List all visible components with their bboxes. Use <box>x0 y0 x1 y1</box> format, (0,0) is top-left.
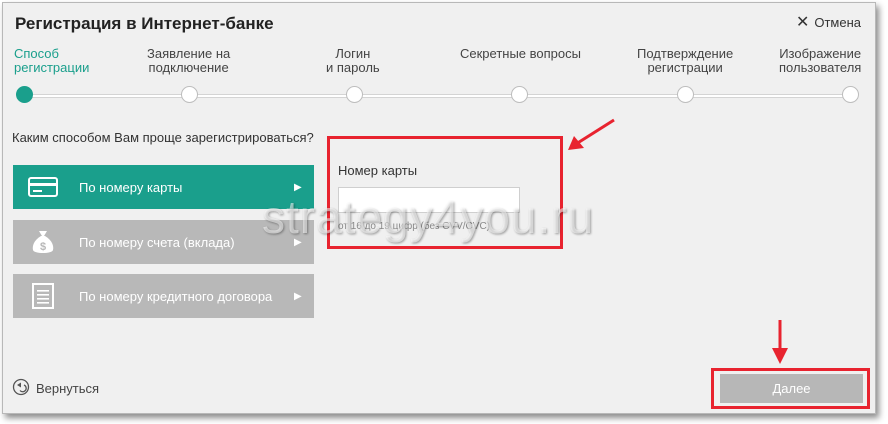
step-dot-login <box>346 86 363 103</box>
document-icon <box>13 283 73 309</box>
step-dot-method <box>16 86 33 103</box>
card-number-hint: от 16 до 19 цифр (без CVV/CVC) <box>338 221 490 232</box>
chevron-right-icon: ▶ <box>294 181 302 193</box>
back-arrow-icon <box>12 378 30 399</box>
step-dot-secret-questions <box>511 86 528 103</box>
method-question: Каким способом Вам проще зарегистрироват… <box>12 130 314 145</box>
step-label-confirmation: Подтверждение регистрации <box>637 46 734 75</box>
step-dot-application <box>181 86 198 103</box>
back-button[interactable]: Вернуться <box>12 378 99 399</box>
arrow-annotation-icon <box>568 118 615 150</box>
step-label-login: Логин и пароль <box>326 46 380 75</box>
money-bag-icon: $ <box>13 229 73 255</box>
method-account-button[interactable]: $ По номеру счета (вклада) ▶ <box>13 220 314 264</box>
close-icon: ✕ <box>795 14 810 31</box>
next-button[interactable]: Далее <box>720 374 863 403</box>
method-card-label: По номеру карты <box>79 179 183 195</box>
step-label-user-image: Изображение пользователя <box>779 46 862 75</box>
step-label-secret-questions: Секретные вопросы <box>460 46 581 61</box>
svg-text:$: $ <box>40 241 46 253</box>
credit-card-icon <box>13 177 73 197</box>
cancel-button[interactable]: ✕ Отмена <box>795 14 861 31</box>
card-number-input[interactable] <box>338 187 520 213</box>
chevron-right-icon: ▶ <box>294 236 302 248</box>
step-label-application: Заявление на подключение <box>147 46 231 75</box>
method-account-label: По номеру счета (вклада) <box>79 234 235 250</box>
step-label-method: Способ регистрации <box>14 46 90 75</box>
step-dot-confirmation <box>677 86 694 103</box>
arrow-down-annotation-icon <box>772 320 788 364</box>
cancel-label: Отмена <box>814 15 861 30</box>
progress-track <box>24 95 850 97</box>
back-label: Вернуться <box>36 381 100 396</box>
method-credit-contract-button[interactable]: По номеру кредитного договора ▶ <box>13 274 314 318</box>
card-number-label: Номер карты <box>338 163 418 178</box>
method-card-button[interactable]: По номеру карты ▶ <box>13 165 314 209</box>
dialog-title: Регистрация в Интернет-банке <box>15 14 274 33</box>
chevron-right-icon: ▶ <box>294 290 302 302</box>
step-dot-user-image <box>842 86 859 103</box>
method-credit-contract-label: По номеру кредитного договора <box>79 288 273 304</box>
